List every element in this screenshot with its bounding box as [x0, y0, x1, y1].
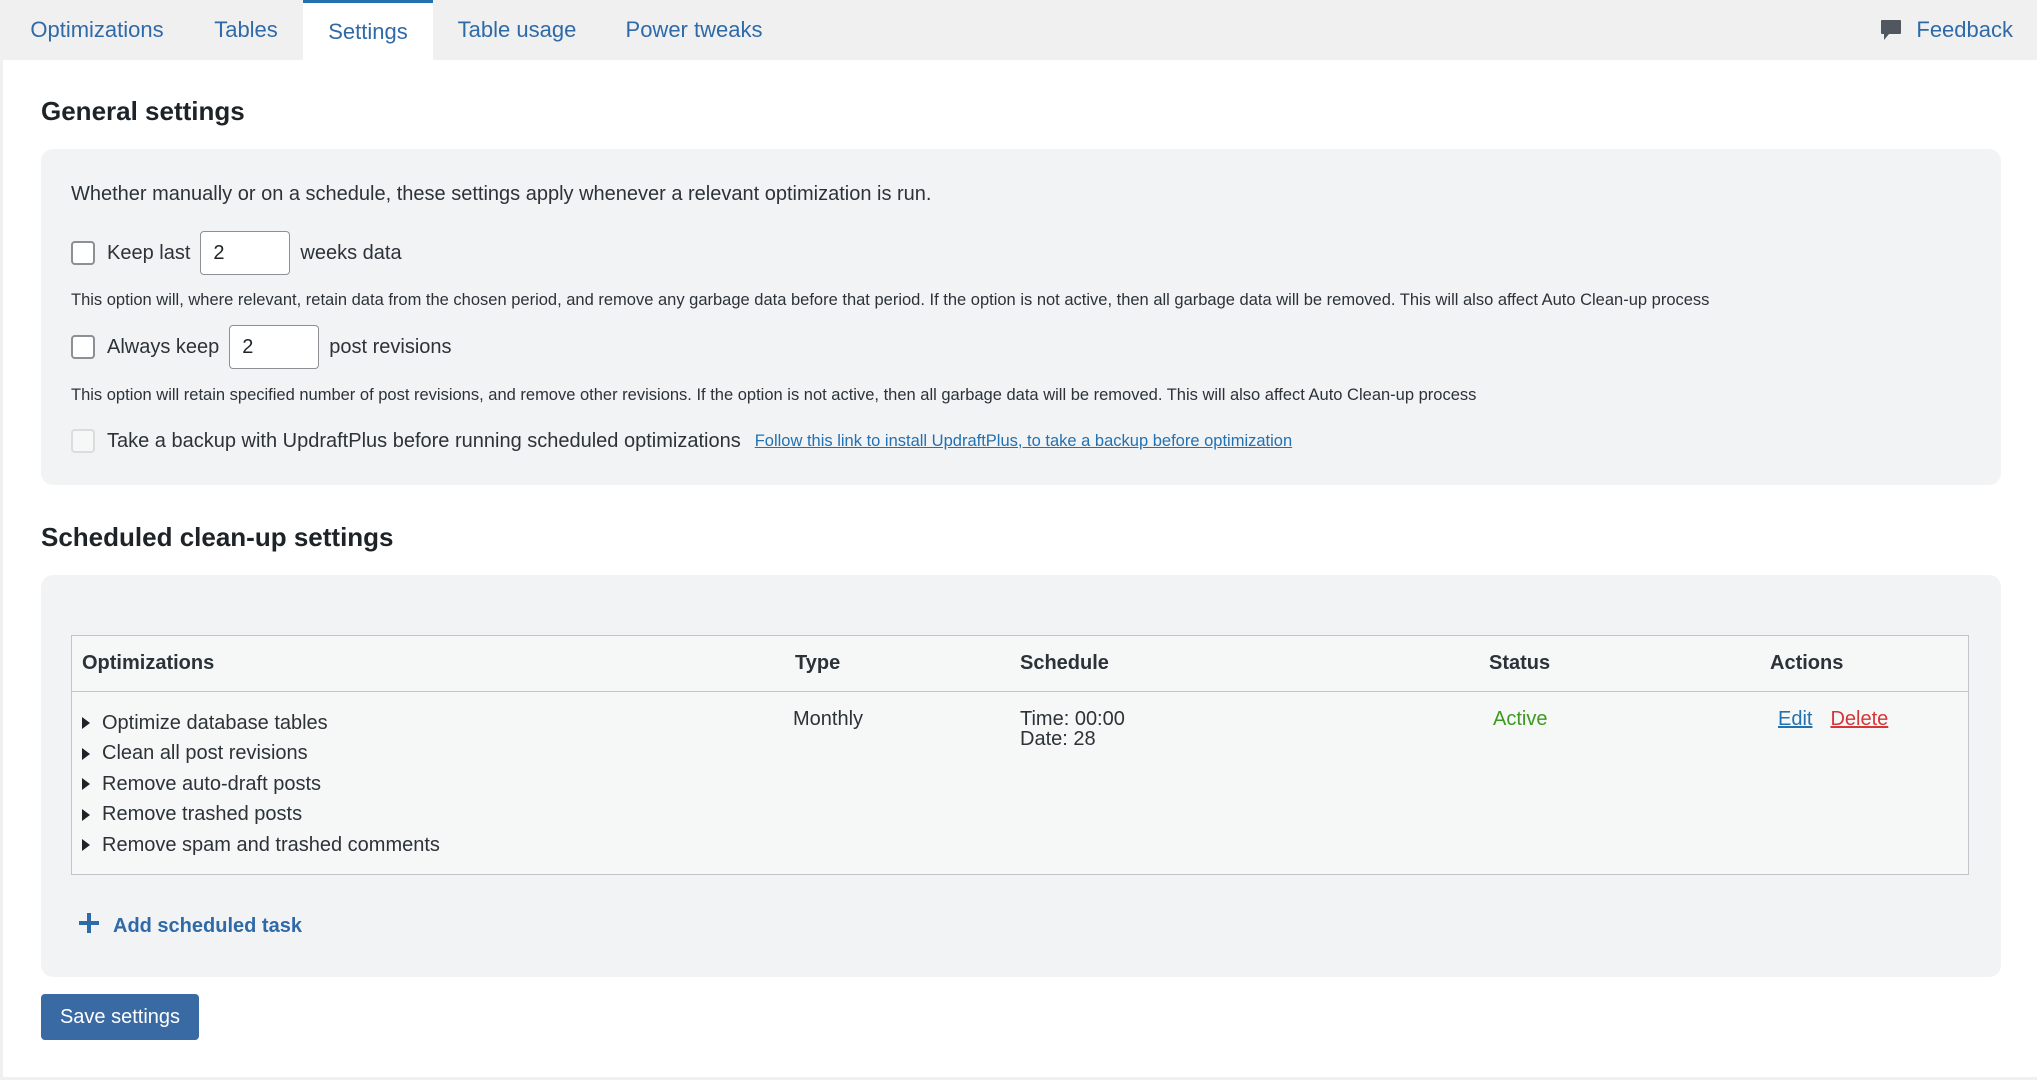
general-settings-intro: Whether manually or on a schedule, these… — [71, 183, 932, 205]
backup-label: Take a backup with UpdraftPlus before ru… — [107, 429, 741, 452]
expand-triangle-icon — [82, 717, 90, 730]
edit-task-link[interactable]: Edit — [1778, 708, 1812, 730]
feedback-link[interactable]: Feedback — [1880, 0, 2013, 60]
column-actions: Actions — [1770, 652, 1844, 674]
speech-bubble-icon — [1880, 18, 1902, 42]
task-actions: Edit Delete — [1778, 708, 1888, 731]
always-keep-row: Always keep post revisions — [71, 325, 452, 369]
expand-triangle-icon — [82, 778, 90, 791]
scheduled-tasks-table: Optimizations Type Schedule Status Actio… — [71, 635, 1969, 875]
keep-last-help: This option will, where relevant, retain… — [71, 291, 1710, 309]
scheduled-settings-panel: Optimizations Type Schedule Status Actio… — [41, 575, 2001, 977]
table-header: Optimizations Type Schedule Status Actio… — [72, 636, 1968, 692]
tab-optimizations[interactable]: Optimizations — [12, 0, 182, 60]
always-keep-help: This option will retain specified number… — [71, 386, 1477, 404]
always-keep-revisions-input[interactable] — [229, 325, 320, 369]
keep-last-weeks-input[interactable] — [200, 231, 291, 275]
add-scheduled-task-button[interactable]: Add scheduled task — [79, 913, 302, 939]
save-settings-button[interactable]: Save settings — [41, 994, 199, 1040]
task-status-badge: Active — [1493, 708, 1548, 730]
always-keep-suffix: post revisions — [329, 335, 452, 358]
optimization-item[interactable]: Remove spam and trashed comments — [82, 830, 440, 861]
optimization-list: Optimize database tables Clean all post … — [82, 708, 440, 861]
task-schedule-date: Date: 28 — [1020, 728, 1096, 750]
keep-last-suffix: weeks data — [300, 241, 402, 264]
general-settings-panel: Whether manually or on a schedule, these… — [41, 149, 2001, 485]
optimization-item[interactable]: Optimize database tables — [82, 708, 440, 739]
always-keep-label: Always keep — [107, 335, 220, 358]
tab-settings[interactable]: Settings — [303, 0, 433, 60]
column-optimizations: Optimizations — [82, 652, 215, 674]
column-type: Type — [795, 652, 841, 674]
delete-task-link[interactable]: Delete — [1830, 708, 1888, 730]
expand-triangle-icon — [82, 808, 90, 821]
always-keep-checkbox[interactable] — [71, 335, 95, 359]
scheduled-settings-title: Scheduled clean-up settings — [41, 522, 394, 552]
backup-checkbox — [71, 429, 95, 453]
install-updraftplus-link[interactable]: Follow this link to install UpdraftPlus,… — [755, 432, 1292, 451]
keep-last-label: Keep last — [107, 241, 191, 264]
optimization-item[interactable]: Clean all post revisions — [82, 739, 440, 770]
add-scheduled-task-label: Add scheduled task — [113, 914, 302, 937]
tab-power-tweaks[interactable]: Power tweaks — [614, 0, 774, 60]
column-schedule: Schedule — [1020, 652, 1109, 674]
tab-table-usage[interactable]: Table usage — [446, 0, 588, 60]
settings-page: General settings Whether manually or on … — [3, 60, 2037, 1077]
task-type: Monthly — [793, 708, 864, 730]
expand-triangle-icon — [82, 839, 90, 852]
keep-last-checkbox[interactable] — [71, 241, 95, 265]
tab-tables[interactable]: Tables — [196, 0, 296, 60]
expand-triangle-icon — [82, 747, 90, 760]
backup-row: Take a backup with UpdraftPlus before ru… — [71, 429, 1292, 453]
keep-last-row: Keep last weeks data — [71, 231, 402, 275]
tab-bar: Optimizations Tables Settings Table usag… — [0, 0, 2037, 60]
feedback-label: Feedback — [1916, 17, 2013, 42]
optimization-item[interactable]: Remove trashed posts — [82, 800, 440, 831]
general-settings-title: General settings — [41, 96, 245, 126]
column-status: Status — [1489, 652, 1551, 674]
plus-icon — [79, 913, 99, 939]
optimization-item[interactable]: Remove auto-draft posts — [82, 769, 440, 800]
